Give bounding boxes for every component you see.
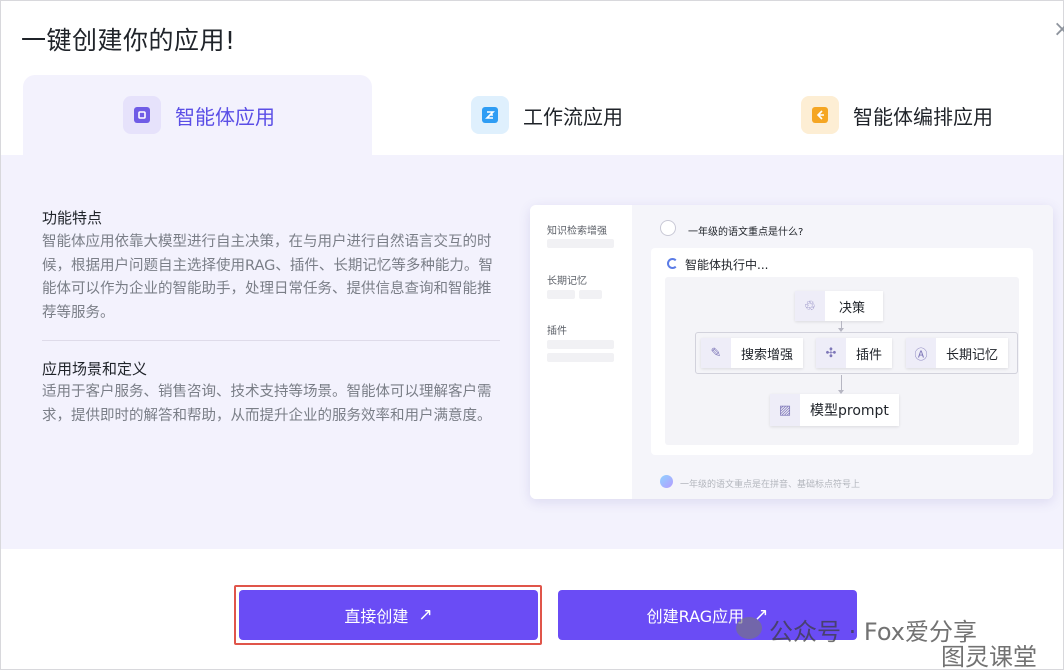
dialog-title: 一键创建你的应用! xyxy=(21,26,236,55)
button-label: 创建RAG应用 xyxy=(646,607,745,626)
node-plugin: ✣ 插件 xyxy=(816,338,893,368)
plugin-icon: ✣ xyxy=(816,338,846,368)
node-label: 插件 xyxy=(856,347,883,363)
preview-side-label: 知识检索增强 xyxy=(547,226,607,237)
node-model-prompt: ▨ 模型prompt xyxy=(770,394,899,426)
flow-connector xyxy=(841,375,842,391)
preview-sidebar: 知识检索增强 长期记忆 插件 xyxy=(530,205,632,499)
capability-group: ✎ 搜索增强 ✣ 插件 Ⓐ 长期记忆 xyxy=(695,332,1018,374)
preview-side-label: 长期记忆 xyxy=(547,276,587,287)
features-heading: 功能特点 xyxy=(42,209,103,227)
node-search: ✎ 搜索增强 xyxy=(701,338,804,368)
tab-workflow-app[interactable]: 工作流应用 xyxy=(471,75,623,155)
placeholder-bar xyxy=(547,340,614,349)
tab-agent-app[interactable]: 智能体应用 xyxy=(23,75,372,155)
node-label: 模型prompt xyxy=(810,403,889,419)
preview-flow-diagram: ♲ 决策 ✎ 搜索增强 ✣ 插件 Ⓐ 长期记忆 ▨ 模型prompt xyxy=(665,277,1019,445)
preview-status: 智能体执行中... xyxy=(685,258,769,272)
create-app-dialog: 一键创建你的应用! × 智能体应用 工作流应用 智能体编排应用 功能特点 智能体… xyxy=(0,0,1064,670)
placeholder-bar xyxy=(547,353,614,362)
loading-icon xyxy=(667,258,678,269)
external-arrow-icon: ↗ xyxy=(418,605,433,625)
preview-execution-card: 智能体执行中... ♲ 决策 ✎ 搜索增强 ✣ 插件 Ⓐ 长期记忆 ▨ 模型pr… xyxy=(651,248,1033,455)
decision-icon: ♲ xyxy=(795,291,825,321)
agent-preview-image: 知识检索增强 长期记忆 插件 一年级的语文重点是什么? 智能体执行中... ♲ … xyxy=(530,205,1053,499)
preview-side-label: 插件 xyxy=(547,326,567,337)
placeholder-bar xyxy=(547,290,575,299)
tab-label: 工作流应用 xyxy=(523,104,623,129)
workflow-app-icon xyxy=(471,96,509,134)
tab-label: 智能体应用 xyxy=(175,104,275,129)
content-panel: 功能特点 智能体应用依靠大模型进行自主决策，在与用户进行自然语言交互的时候，根据… xyxy=(1,155,1063,549)
create-direct-button[interactable]: 直接创建 ↗ xyxy=(239,590,538,640)
user-avatar-icon xyxy=(660,220,676,236)
node-memory: Ⓐ 长期记忆 xyxy=(906,338,1009,368)
tab-agent-orchestration-app[interactable]: 智能体编排应用 xyxy=(801,75,993,155)
button-label: 直接创建 xyxy=(344,607,409,626)
scenarios-text: 适用于客户服务、销售咨询、技术支持等场景。智能体可以理解客户需求，提供即时的解答… xyxy=(42,384,492,424)
preview-question: 一年级的语文重点是什么? xyxy=(688,227,804,238)
watermark-course: 图灵课堂 xyxy=(941,643,1037,670)
agent-orchestration-icon xyxy=(801,96,839,134)
preview-answer: 一年级的语文重点是在拼音、基础标点符号上 xyxy=(680,480,861,490)
tab-label: 智能体编排应用 xyxy=(853,104,993,129)
wechat-logo-icon xyxy=(736,617,762,639)
node-decision: ♲ 决策 xyxy=(795,291,884,321)
agent-app-icon xyxy=(123,96,161,134)
node-label: 长期记忆 xyxy=(946,347,999,363)
image-icon: ▨ xyxy=(770,394,800,426)
features-text: 智能体应用依靠大模型进行自主决策，在与用户进行自然语言交互的时候，根据用户问题自… xyxy=(42,234,493,321)
section-divider xyxy=(42,340,500,341)
preview-chat-area: 一年级的语文重点是什么? 智能体执行中... ♲ 决策 ✎ 搜索增强 ✣ 插件 … xyxy=(632,205,1053,499)
assistant-icon xyxy=(660,475,673,488)
placeholder-bar xyxy=(579,290,602,299)
node-label: 搜索增强 xyxy=(741,347,794,363)
close-icon[interactable]: × xyxy=(1053,17,1064,42)
search-enhance-icon: ✎ xyxy=(701,338,731,368)
node-label: 决策 xyxy=(839,300,866,316)
placeholder-bar xyxy=(547,239,614,248)
scenarios-heading: 应用场景和定义 xyxy=(42,360,148,378)
memory-icon: Ⓐ xyxy=(906,338,936,368)
